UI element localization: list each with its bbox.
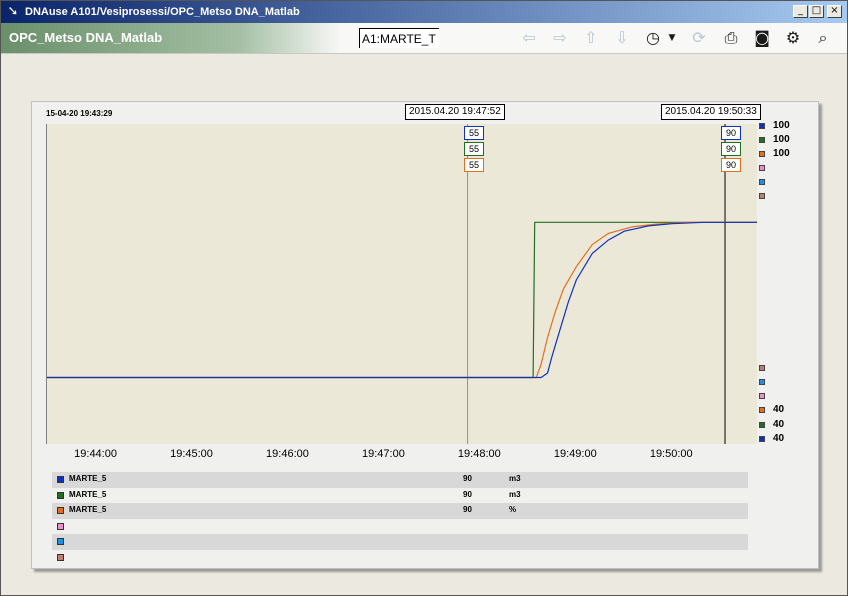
legend-row[interactable]: MARTE_5 90 m3 xyxy=(52,472,748,488)
legend-row[interactable]: MARTE_5 90 % xyxy=(52,503,748,519)
cursor2-value-orange: 90 xyxy=(721,158,741,172)
legend-unit: m3 xyxy=(509,489,521,499)
print-icon[interactable]: ⎙ xyxy=(719,27,743,49)
legend-value: 90 xyxy=(463,505,472,514)
legend-name: MARTE_5 xyxy=(69,505,107,514)
scale-min-blue: 40 xyxy=(773,433,785,444)
scale-min-orange: 40 xyxy=(773,404,785,415)
legend-name: MARTE_5 xyxy=(69,489,107,499)
toolbar: OPC_Metso DNA_Matlab ⇦ ⇨ ⇧ ⇩ ◷ ▼ ⟳ ⎙ ◙ ⚙… xyxy=(1,23,847,54)
trend-chart xyxy=(47,124,757,444)
arrow-down-icon[interactable]: ⇩ xyxy=(610,27,634,49)
window-title: DNAuse A101/Vesiprosessi/OPC_Metso DNA_M… xyxy=(25,6,300,18)
scale-marker-green-bottom xyxy=(759,422,765,428)
scale-marker-brown-top xyxy=(759,193,765,199)
x-tick-label: 19:45:00 xyxy=(170,448,213,460)
cursor1-value-green: 55 xyxy=(464,142,484,156)
legend-row[interactable]: MARTE_5 90 m3 xyxy=(52,488,748,504)
scale-min-green: 40 xyxy=(773,419,785,430)
history-clock-icon[interactable]: ◷ xyxy=(641,27,665,49)
scale-max-orange: 100 xyxy=(773,148,790,159)
legend-swatch-green xyxy=(57,491,64,499)
zoom-icon[interactable]: ⌕ xyxy=(811,27,835,49)
scale-marker-pink-bottom xyxy=(759,393,765,399)
legend-value: 90 xyxy=(463,474,472,483)
scale-marker-blue-top xyxy=(759,123,765,129)
legend-swatch-orange xyxy=(57,507,64,514)
dropdown-icon[interactable]: ▼ xyxy=(665,27,679,49)
scale-marker-blue-bottom xyxy=(759,436,765,442)
refresh-icon[interactable]: ⟳ xyxy=(687,27,711,49)
cursor1-time-label: 2015.04.20 19:47:52 xyxy=(405,104,505,120)
app-window: ➘ DNAuse A101/Vesiprosessi/OPC_Metso DNA… xyxy=(0,0,848,596)
series-line-0 xyxy=(47,221,757,379)
camera-icon[interactable]: ◙ xyxy=(750,27,774,49)
scale-marker-orange-bottom xyxy=(759,407,765,413)
legend-row[interactable] xyxy=(52,550,748,566)
x-tick-label: 19:46:00 xyxy=(266,448,309,460)
legend-name: MARTE_5 xyxy=(69,474,107,483)
scale-marker-orange-top xyxy=(759,151,765,157)
close-button[interactable]: × xyxy=(827,5,842,18)
x-tick-label: 19:49:00 xyxy=(553,448,597,460)
cursor2-value-green: 90 xyxy=(721,142,741,156)
settings-icon[interactable]: ⚙ xyxy=(781,27,805,49)
arrow-left-icon[interactable]: ⇦ xyxy=(517,27,541,49)
arrow-up-icon[interactable]: ⇧ xyxy=(579,27,603,49)
start-time: 15-04-20 19:43:29 xyxy=(46,109,113,118)
app-icon: ➘ xyxy=(7,4,19,19)
scale-max-green: 100 xyxy=(773,134,790,145)
x-tick-label: 19:50:00 xyxy=(649,448,693,460)
title-bar[interactable]: ➘ DNAuse A101/Vesiprosessi/OPC_Metso DNA… xyxy=(1,1,847,23)
cursor1-value-blue: 55 xyxy=(464,126,484,140)
arrow-right-icon[interactable]: ⇨ xyxy=(548,27,572,49)
scale-marker-brown-bottom xyxy=(759,365,765,371)
scale-max-blue: 100 xyxy=(773,120,790,131)
tag-input[interactable] xyxy=(359,28,439,48)
legend-swatch-pink xyxy=(57,522,64,530)
scale-marker-pink-top xyxy=(759,165,765,171)
legend-unit: % xyxy=(509,505,517,514)
series-line-2 xyxy=(47,221,757,379)
trend-plot-area[interactable]: 55 55 55 90 90 90 xyxy=(46,124,757,444)
scale-marker-cyan-top xyxy=(759,179,765,185)
maximize-button[interactable]: □ xyxy=(809,5,824,18)
cursor1-value-orange: 55 xyxy=(464,158,484,172)
scale-marker-cyan-bottom xyxy=(759,379,765,385)
x-tick-label: 19:47:00 xyxy=(361,448,405,460)
x-tick-label: 19:48:00 xyxy=(457,448,501,460)
minimize-button[interactable]: _ xyxy=(793,5,808,18)
x-tick-label: 19:44:00 xyxy=(74,448,117,460)
cursor2-value-blue: 90 xyxy=(721,126,741,140)
legend-row[interactable] xyxy=(52,519,748,535)
cursor2-time-label: 2015.04.20 19:50:33 xyxy=(661,104,761,120)
scale-marker-green-top xyxy=(759,137,765,143)
legend-unit: m3 xyxy=(509,474,521,483)
legend-swatch-brown xyxy=(57,553,64,561)
legend-row[interactable] xyxy=(52,534,748,550)
trend-legend: MARTE_5 90 m3 MARTE_5 90 m3 MARTE_5 90 % xyxy=(52,472,748,565)
legend-value: 90 xyxy=(463,489,472,499)
trend-panel: 15-04-20 19:43:29 2015.04.20 19:47:52 20… xyxy=(31,101,819,569)
display-name-tab: OPC_Metso DNA_Matlab xyxy=(1,23,341,53)
legend-swatch-blue xyxy=(57,476,64,483)
series-line-1 xyxy=(47,221,757,379)
legend-swatch-cyan xyxy=(57,538,64,545)
